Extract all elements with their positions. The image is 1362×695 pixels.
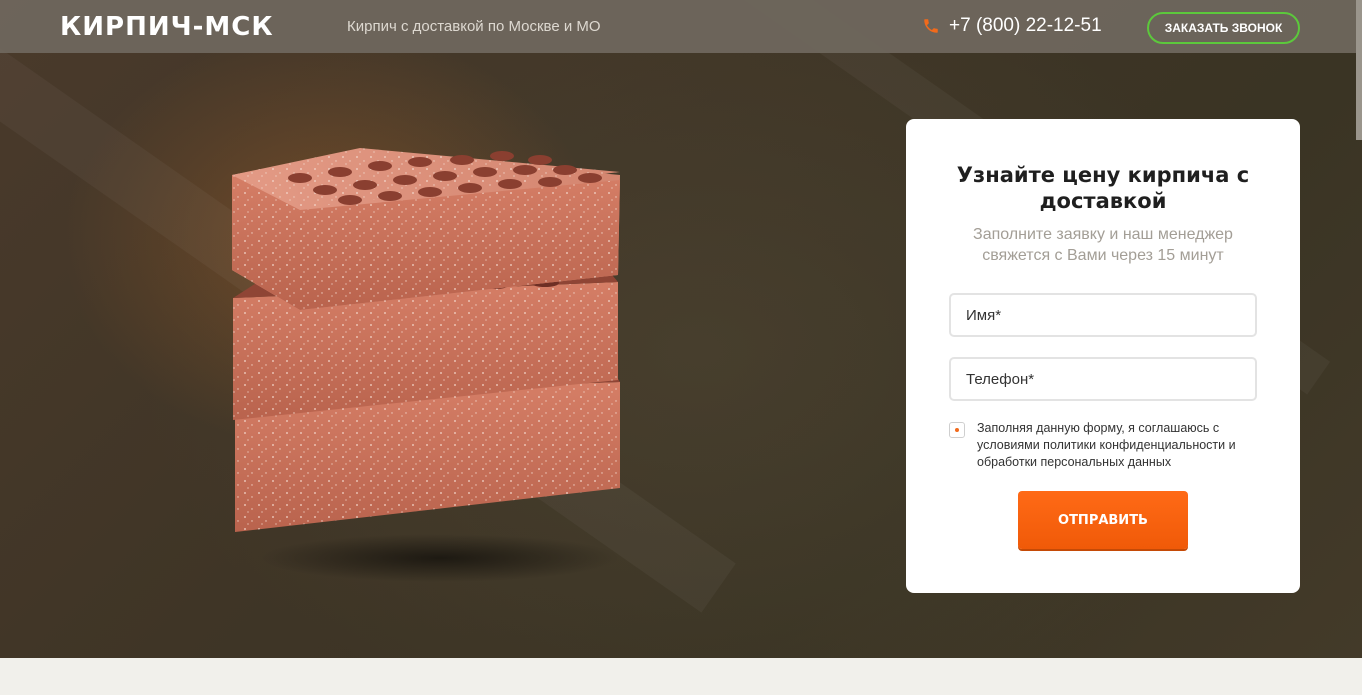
site-logo[interactable]: КИРПИЧ-МСК: [60, 12, 274, 42]
order-call-button[interactable]: ЗАКАЗАТЬ ЗВОНОК: [1147, 12, 1300, 44]
header-phone[interactable]: +7 (800) 22-12-51: [922, 15, 1102, 37]
consent-checkbox[interactable]: [949, 422, 965, 438]
site-header: КИРПИЧ-МСК Кирпич с доставкой по Москве …: [0, 0, 1362, 53]
scrollbar[interactable]: [1356, 0, 1362, 140]
phone-input[interactable]: [949, 357, 1257, 401]
submit-button[interactable]: ОТПРАВИТЬ: [1018, 491, 1188, 549]
hero-section: КИРПИЧ-МСК Кирпич с доставкой по Москве …: [0, 0, 1362, 658]
price-request-form: Узнайте цену кирпича с доставкой Заполни…: [906, 119, 1300, 593]
form-subtitle: Заполните заявку и наш менеджер свяжется…: [973, 226, 1233, 264]
brick-image: [232, 148, 620, 582]
form-title: Узнайте цену кирпича с доставкой: [956, 163, 1250, 213]
name-input[interactable]: [949, 293, 1257, 337]
phone-icon: [924, 19, 938, 33]
phone-number[interactable]: +7 (800) 22-12-51: [949, 15, 1102, 37]
header-tagline: Кирпич с доставкой по Москве и МО: [347, 18, 601, 35]
checkbox-dot-icon: [955, 428, 959, 432]
next-section: [0, 658, 1362, 695]
consent-row: Заполняя данную форму, я соглашаюсь с ус…: [949, 420, 1269, 471]
consent-text: Заполняя данную форму, я соглашаюсь с ус…: [977, 421, 1236, 469]
